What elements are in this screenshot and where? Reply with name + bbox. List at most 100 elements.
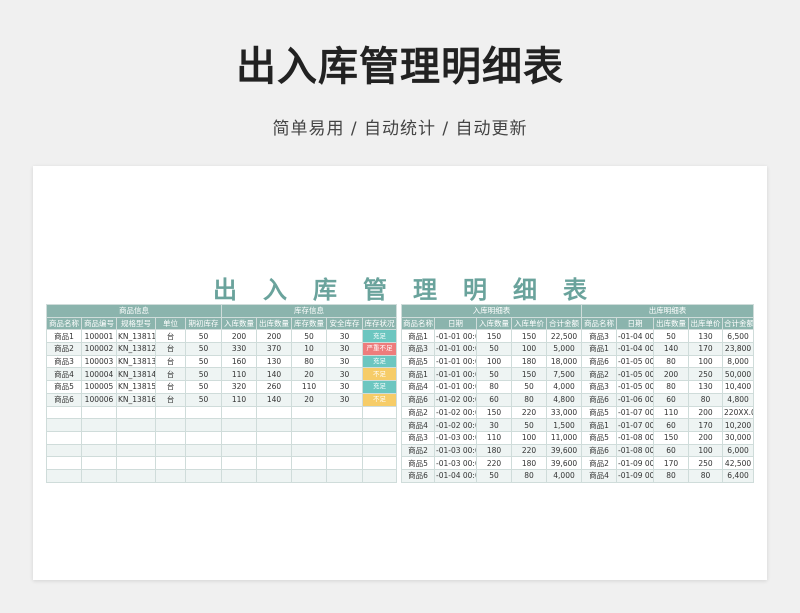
table-cell: 220 [511, 443, 547, 458]
column-header: 入库单价 [511, 316, 547, 331]
table-cell: 180 [511, 354, 547, 369]
column-header: 出库数量 [653, 316, 690, 331]
page-title: 出入库管理明细表 [236, 44, 564, 90]
table-cell: 商品1 [46, 329, 82, 344]
table-cell [46, 443, 82, 458]
table-cell: 台 [155, 367, 186, 382]
table-cell: 100001 [81, 329, 117, 344]
table-cell [326, 456, 364, 470]
table-cell: -01-05 00: [616, 380, 655, 394]
table-cell [326, 443, 364, 458]
table-cell: 130 [256, 354, 293, 369]
table-cell: -01-07 00: [616, 418, 655, 432]
table-cell: 商品5 [401, 354, 435, 369]
table-cell: 商品1 [581, 342, 618, 356]
table-cell: 商品2 [401, 405, 435, 420]
group-header: 出库明细表 [581, 304, 755, 318]
table-cell: 100005 [81, 380, 117, 394]
table-cell: 20 [291, 367, 328, 382]
table-cell [326, 418, 364, 432]
table-cell: 150 [476, 329, 512, 344]
table-cell: 商品6 [581, 392, 618, 407]
table-cell: 4,000 [545, 380, 583, 394]
table-cell: 150 [511, 329, 547, 344]
table-cell [362, 430, 398, 445]
table-cell: 4,000 [545, 468, 583, 483]
table-row: 商品3 -01-03 00:0 110 100 11,000 商品5 -01-08 00: 1… [401, 430, 755, 445]
table-cell: 商品3 [401, 342, 435, 356]
status-badge: 不足 [362, 367, 398, 382]
table-cell: 100 [476, 354, 512, 369]
table-cell [184, 405, 223, 420]
table-row: 商品3 100003 KN_13813 台 50 160 130 80 30 充足 [46, 354, 398, 369]
table-cell [326, 430, 364, 445]
table-cell [256, 405, 293, 420]
table-cell: 50 [511, 380, 547, 394]
table-cell [184, 443, 223, 458]
table-cell: 200 [688, 405, 724, 420]
table-cell: 台 [155, 380, 186, 394]
table-cell: 30 [476, 418, 512, 432]
table-cell: 商品3 [46, 354, 82, 369]
table-cell: 100 [688, 354, 724, 369]
status-badge: 严重不足 [362, 342, 398, 356]
table-cell [116, 456, 156, 470]
table-cell [116, 430, 156, 445]
table-cell: -01-01 00:0 [434, 354, 477, 369]
table-cell [81, 456, 117, 470]
table-cell [256, 418, 293, 432]
table-cell: -01-04 00: [616, 329, 655, 344]
table-cell: 商品5 [581, 405, 618, 420]
table-cell [326, 405, 364, 420]
group-header: 商品信息 [45, 304, 223, 318]
table-cell [221, 405, 258, 420]
table-cell: 商品3 [581, 329, 618, 344]
table-cell: 80 [688, 392, 724, 407]
table-cell [81, 430, 117, 445]
table-cell: 50 [184, 367, 223, 382]
inventory-table: 商品信息 库存信息 商品名称 商品编号 规格型号 单位 期初库存 入库数量 出库数量 库存数量… [45, 304, 398, 483]
column-header: 出库单价 [688, 316, 724, 331]
table-cell: 50 [184, 354, 223, 369]
in-out-detail-table: 入库明细表 出库明细表 商品名称 日期 入库数量 入库单价 合计金额 商品名称 日期 出库数量… [400, 304, 755, 483]
status-badge: 充足 [362, 380, 398, 394]
table-cell: 160 [221, 354, 258, 369]
table-row: 商品1 -01-01 00:0 50 150 7,500 商品2 -01-05 00: 200… [401, 367, 755, 382]
table-cell [291, 456, 328, 470]
table-cell: KN_13814 [116, 367, 156, 382]
table-cell: 100 [688, 443, 724, 458]
table-cell: 250 [688, 367, 724, 382]
table-cell: 20 [291, 392, 328, 407]
table-cell [46, 418, 82, 432]
table-cell: 商品1 [401, 367, 435, 382]
table-row: 商品1 -01-01 00:0 150 150 22,500 商品3 -01-04 00: 5… [401, 329, 755, 344]
column-header: 单位 [155, 316, 186, 331]
table-cell: 6,400 [722, 468, 755, 483]
empty-row [46, 430, 398, 445]
column-header: 商品名称 [581, 316, 618, 331]
table-cell: 30 [326, 342, 364, 356]
table-cell: 60 [653, 443, 690, 458]
table-cell: -01-02 00:0 [434, 392, 477, 407]
table-cell: 110 [221, 392, 258, 407]
table-row: 商品5 100005 KN_13815 台 50 320 260 110 30 充足 [46, 380, 398, 394]
table-cell: 30 [326, 354, 364, 369]
table-cell: 50 [184, 329, 223, 344]
table-cell: 1,500 [545, 418, 583, 432]
table-cell: 商品3 [581, 380, 618, 394]
table-cell [184, 418, 223, 432]
table-cell: -01-06 00: [616, 392, 655, 407]
column-header: 日期 [616, 316, 655, 331]
table-cell [221, 468, 258, 483]
table-cell: 22,500 [545, 329, 583, 344]
table-cell: 50 [291, 329, 328, 344]
group-header: 库存信息 [221, 304, 398, 318]
table-cell: 100004 [81, 367, 117, 382]
table-cell: KN_13816 [116, 392, 156, 407]
table-row: 商品2 100002 KN_13812 台 50 330 370 10 30 严重不足 [46, 342, 398, 356]
table-cell: -01-02 00:0 [434, 418, 477, 432]
table-cell: -01-05 00: [616, 367, 655, 382]
table-cell: 台 [155, 342, 186, 356]
table-cell: 100 [511, 430, 547, 445]
table-cell: 50 [653, 329, 690, 344]
